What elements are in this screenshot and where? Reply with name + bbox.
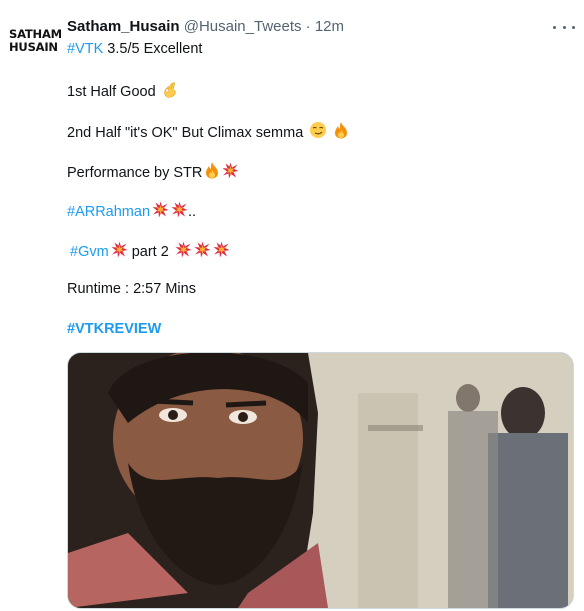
second-half-text: 2nd Half "it's OK" But Climax semma — [67, 125, 304, 141]
avatar-line-2: HUSAIN — [9, 40, 58, 54]
hashtag-arrahman[interactable]: #ARRahman — [67, 204, 150, 220]
display-name[interactable]: Satham_Husain — [67, 18, 180, 35]
hashtag-gvm[interactable]: #Gvm — [70, 244, 109, 260]
tweet-header: Satham_Husain @Husain_Tweets · 12m — [67, 18, 344, 38]
collision-emoji — [213, 241, 230, 258]
more-icon[interactable] — [553, 17, 575, 37]
first-half-text: 1st Half Good — [67, 84, 156, 100]
smirk-emoji — [310, 122, 327, 138]
rating-text: 3.5/5 Excellent — [103, 41, 203, 57]
tweet-line-gvm: #Gvm part 2 — [70, 241, 230, 260]
separator-dot: · — [305, 18, 311, 35]
timestamp[interactable]: 12m — [315, 18, 344, 35]
tweet: SATHAM HUSAIN Satham_Husain @Husain_Twee… — [0, 0, 584, 611]
ellipsis-text: .. — [188, 204, 197, 220]
collision-emoji — [175, 241, 192, 258]
collision-emoji — [171, 201, 188, 218]
collision-emoji — [111, 241, 128, 258]
user-handle[interactable]: @Husain_Tweets — [184, 18, 302, 35]
fire-emoji — [335, 122, 348, 139]
ok-hand-emoji — [164, 82, 176, 98]
tweet-line-first-half: 1st Half Good — [67, 81, 178, 100]
tweet-line-rating: #VTK 3.5/5 Excellent — [67, 41, 202, 57]
tweet-line-music: #ARRahman .. — [67, 201, 196, 220]
performance-text: Performance by STR — [67, 165, 203, 181]
collision-emoji — [152, 201, 169, 218]
tweet-line-performance: Performance by STR — [67, 161, 239, 181]
avatar[interactable]: SATHAM HUSAIN — [9, 28, 62, 68]
tweet-media-image[interactable] — [67, 352, 574, 609]
part-two-text: part 2 — [127, 244, 173, 260]
hashtag-vtkreview[interactable]: #VTKREVIEW — [67, 321, 161, 337]
collision-emoji — [222, 162, 239, 179]
collision-emoji — [194, 241, 211, 258]
runtime-text: Runtime : 2:57 Mins — [67, 281, 196, 297]
hashtag-vtk[interactable]: #VTK — [67, 41, 103, 57]
tweet-line-runtime: Runtime : 2:57 Mins — [67, 281, 196, 297]
tweet-line-second-half: 2nd Half "it's OK" But Climax semma — [67, 121, 349, 141]
fire-emoji — [206, 162, 219, 179]
tweet-line-review-tag: #VTKREVIEW — [67, 321, 161, 337]
movie-still-image — [68, 353, 573, 608]
